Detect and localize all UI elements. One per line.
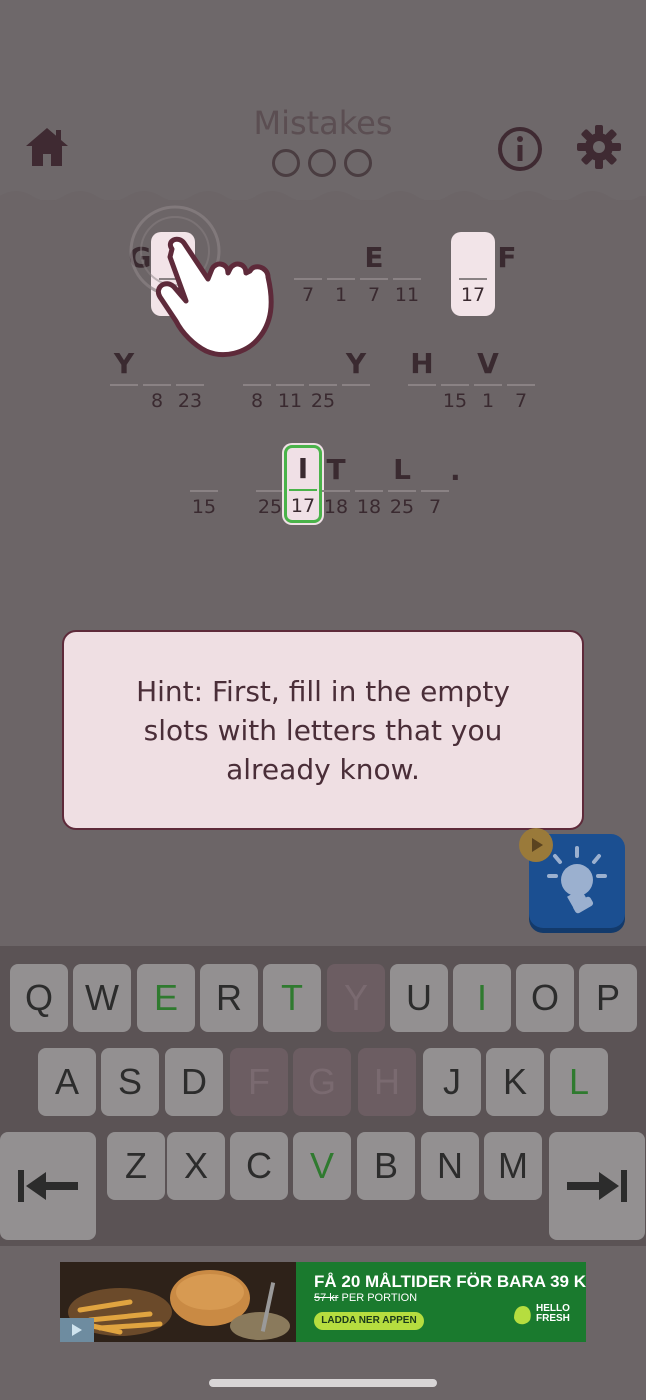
ad-food-image [60,1262,296,1342]
puzzle-slot[interactable]: 18 [353,448,385,518]
hellofresh-logo: HELLO FRESH [512,1302,572,1330]
mistake-slot [344,149,372,177]
play-icon [532,838,543,852]
puzzle-slot[interactable]: 25 [254,448,286,518]
key-k[interactable]: K [486,1048,544,1116]
puzzle-slot[interactable]: 15 [439,342,471,412]
key-x[interactable]: X [167,1132,225,1200]
key-i[interactable]: I [453,964,511,1032]
ad-subtitle: 57 kr PER PORTION [314,1292,417,1304]
info-icon[interactable] [497,126,543,172]
previous-slot-button[interactable] [0,1132,96,1240]
hint-box[interactable]: Hint: First, fill in the empty slots wit… [62,630,584,830]
key-z[interactable]: Z [107,1132,165,1200]
ad-choices-icon[interactable] [60,1318,94,1342]
puzzle-slot: H [406,342,438,412]
ad-old-price: 57 kr [314,1292,339,1304]
ad-logo-line2: FRESH [536,1313,570,1324]
key-o[interactable]: O [516,964,574,1032]
key-j[interactable]: J [423,1048,481,1116]
gear-icon[interactable] [576,124,622,170]
mistake-counter [272,149,372,177]
key-r[interactable]: R [200,964,258,1032]
top-bar: Mistakes [0,0,646,206]
key-w[interactable]: W [73,964,131,1032]
puzzle-slot[interactable]: 7 [505,342,537,412]
key-q[interactable]: Q [10,964,68,1032]
key-c[interactable]: C [230,1132,288,1200]
puzzle-slot-highlighted[interactable]: 17 [451,232,495,316]
ad-banner[interactable]: FÅ 20 MÅLTIDER FÖR BARA 39 KR 57 kr PER … [60,1262,586,1342]
punctuation: . [450,454,461,487]
mistake-slot [272,149,300,177]
video-badge [519,828,553,862]
arrow-left-to-bar-icon [18,1170,78,1202]
key-e[interactable]: E [137,964,195,1032]
key-a[interactable]: A [38,1048,96,1116]
puzzle-slot: L 25 [388,453,416,518]
puzzle-slot: E7 [358,236,390,306]
key-d[interactable]: D [165,1048,223,1116]
puzzle-slot: Y [340,342,372,412]
key-h: H [358,1048,416,1116]
key-n[interactable]: N [421,1132,479,1200]
puzzle-slot[interactable]: 15 [188,448,220,518]
key-m[interactable]: M [484,1132,542,1200]
header-divider [0,191,646,206]
ad-cta-button[interactable]: LADDA NER APPEN [314,1312,424,1330]
mistake-slot [308,149,336,177]
key-l[interactable]: L [550,1048,608,1116]
key-y: Y [327,964,385,1032]
key-u[interactable]: U [390,964,448,1032]
puzzle-slot[interactable]: 25 [307,342,339,412]
puzzle-slot: F [497,241,517,274]
key-t[interactable]: T [263,964,321,1032]
ad-title: FÅ 20 MÅLTIDER FÖR BARA 39 KR [314,1272,586,1291]
hint-text: Hint: First, fill in the empty slots wit… [136,674,510,786]
key-s[interactable]: S [101,1048,159,1116]
next-slot-button[interactable] [549,1132,645,1240]
tutorial-hand-icon [129,205,274,357]
key-g: G [293,1048,351,1116]
key-f: F [230,1048,288,1116]
key-b[interactable]: B [357,1132,415,1200]
key-p[interactable]: P [579,964,637,1032]
ad-subtitle-text: PER PORTION [341,1292,418,1304]
puzzle-slot[interactable]: 1 [325,236,357,306]
puzzle-slot: T 18 [322,453,350,518]
lime-icon [514,1306,531,1325]
home-indicator[interactable] [209,1379,437,1387]
puzzle-slot[interactable]: 11 [391,236,423,306]
puzzle-slot: V1 [472,342,504,412]
mistakes-label: Mistakes [253,104,393,142]
puzzle-slot[interactable]: 7 [419,448,451,518]
puzzle-slot[interactable]: 7 [292,236,324,306]
key-v[interactable]: V [293,1132,351,1200]
arrow-right-to-bar-icon [567,1170,627,1202]
